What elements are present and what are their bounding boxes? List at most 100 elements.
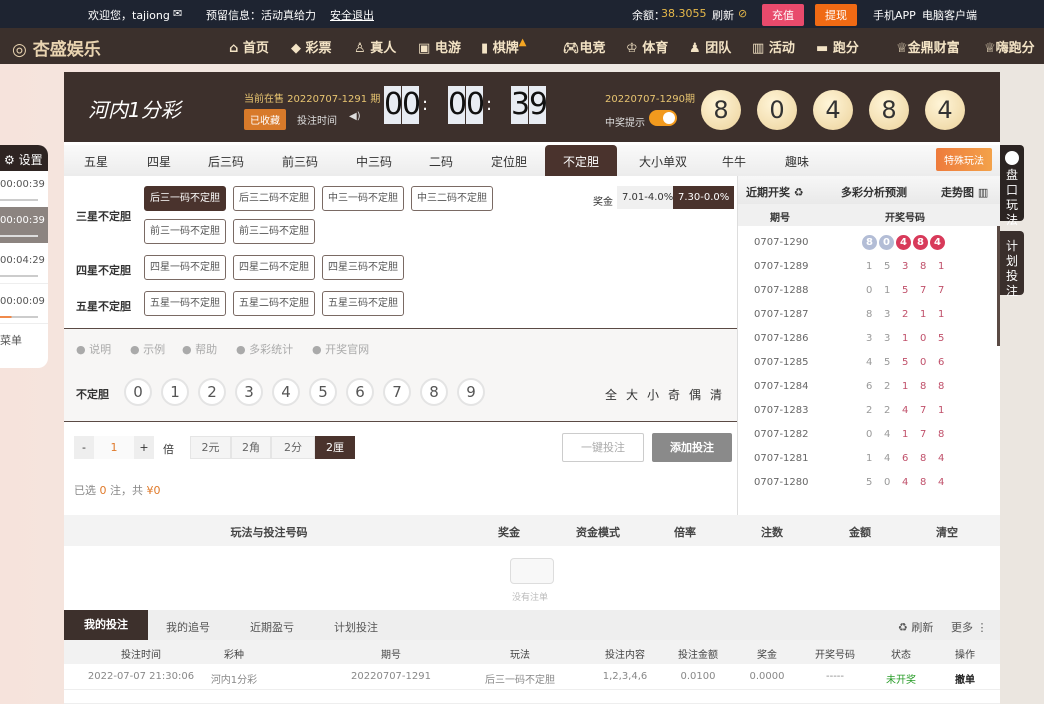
special-play-button[interactable]: 特殊玩法 <box>936 148 992 171</box>
more-button[interactable]: 更多 ⋮ <box>951 619 988 635</box>
site-logo[interactable]: ◎ 杏盛娱乐 <box>12 35 101 60</box>
option-button[interactable]: 后三二码不定胆 <box>233 186 315 211</box>
recent-draws-tab[interactable]: 近期开奖 ♻ <box>746 184 804 200</box>
sound-icon[interactable]: ◀) <box>349 111 361 122</box>
number-ball[interactable]: 1 <box>161 378 189 406</box>
app-link[interactable]: 手机APP <box>873 7 916 23</box>
multiple-input[interactable]: 1 <box>94 436 134 459</box>
timer-item[interactable]: 00:00:09 <box>0 283 48 323</box>
quick-select-button[interactable]: 小 <box>647 386 659 403</box>
scrollbar[interactable] <box>997 226 1000 346</box>
tab-my-bets[interactable]: 我的投注 <box>64 610 148 640</box>
add-bet-button[interactable]: 添加投注 <box>652 433 732 462</box>
trend-chart-tab[interactable]: 走势图 ▥ <box>941 184 988 200</box>
number-ball[interactable]: 4 <box>272 378 300 406</box>
client-link[interactable]: 电脑客户端 <box>922 7 977 23</box>
number-ball[interactable]: 9 <box>457 378 485 406</box>
nav-lottery[interactable]: ◆ 彩票 <box>291 37 332 56</box>
nav-chess[interactable]: ▮ 棋牌▲ <box>481 37 526 56</box>
unit-jiao[interactable]: 2角 <box>231 436 271 459</box>
tab-two-code[interactable]: 二码 <box>429 153 453 170</box>
unit-yuan[interactable]: 2元 <box>190 436 231 459</box>
help-explain[interactable]: ● 说明 <box>76 341 111 357</box>
timer-item[interactable]: 00:00:39 <box>0 171 48 207</box>
tab-my-chase[interactable]: 我的追号 <box>166 619 210 635</box>
favorite-button[interactable]: 已收藏 <box>244 109 286 130</box>
nav-esports[interactable]: 🎮︎电竞 <box>563 37 606 56</box>
timer-item-active[interactable]: 00:00:39 <box>0 207 48 243</box>
number-ball[interactable]: 8 <box>420 378 448 406</box>
tab-five-star[interactable]: 五星 <box>84 153 108 170</box>
one-click-bet-button[interactable]: 一键投注 <box>562 433 644 462</box>
nav-hi-paofen[interactable]: ♕嗨跑分 <box>984 37 1035 56</box>
prize-option[interactable]: 7.01-4.0% <box>617 186 679 209</box>
nav-promo[interactable]: ▥ 活动 <box>752 37 795 56</box>
nav-wealth[interactable]: ♕金鼎财富 <box>896 37 960 56</box>
tab-plan-bets[interactable]: 计划投注 <box>334 619 378 635</box>
quick-select-button[interactable]: 大 <box>626 386 638 403</box>
refresh-button[interactable]: ♻ 刷新 <box>898 619 933 635</box>
help-official[interactable]: ● 开奖官网 <box>312 341 369 357</box>
tab-profit-loss[interactable]: 近期盈亏 <box>250 619 294 635</box>
option-button[interactable]: 前三二码不定胆 <box>233 219 315 244</box>
plan-bet-tab[interactable]: 计划投注 <box>1000 231 1024 298</box>
unit-li[interactable]: 2厘 <box>315 436 355 459</box>
tab-first-three[interactable]: 前三码 <box>282 153 318 170</box>
nav-sports[interactable]: ♔ 体育 <box>626 37 668 56</box>
tab-last-three[interactable]: 后三码 <box>208 153 244 170</box>
handicap-play-tab[interactable]: 盘口玩法 <box>1000 145 1024 227</box>
option-button[interactable]: 五星三码不定胆 <box>322 291 404 316</box>
option-button[interactable]: 五星二码不定胆 <box>233 291 315 316</box>
nav-home[interactable]: ⌂ 首页 <box>229 37 269 56</box>
clear-cart-button[interactable]: 清空 <box>936 524 958 540</box>
multiple-plus[interactable]: + <box>134 436 154 459</box>
option-button[interactable]: 四星三码不定胆 <box>322 255 404 280</box>
tab-big-small[interactable]: 大小单双 <box>639 153 687 170</box>
help-stats[interactable]: ● 多彩统计 <box>236 341 293 357</box>
number-ball[interactable]: 6 <box>346 378 374 406</box>
number-ball[interactable]: 3 <box>235 378 263 406</box>
option-button[interactable]: 后三一码不定胆 <box>144 186 226 211</box>
cancel-bet-button[interactable]: 撤单 <box>955 671 975 686</box>
refresh-balance[interactable]: 刷新 <box>712 7 734 23</box>
menu-button[interactable]: 菜单 <box>0 323 48 353</box>
tab-fun[interactable]: 趣味 <box>785 153 809 170</box>
bet-time-link[interactable]: 投注时间 <box>297 112 337 127</box>
nav-slots[interactable]: ▣ 电游 <box>418 37 461 56</box>
help-help[interactable]: ● 帮助 <box>182 341 217 357</box>
tab-unfixed[interactable]: 不定胆 <box>545 145 618 176</box>
unit-fen[interactable]: 2分 <box>271 436 315 459</box>
prize-option-selected[interactable]: 7.30-0.0% <box>673 186 735 209</box>
mail-icon[interactable]: ✉ <box>173 7 182 20</box>
timer-item[interactable]: 00:04:29 <box>0 243 48 283</box>
option-button[interactable]: 四星一码不定胆 <box>144 255 226 280</box>
option-button[interactable]: 前三一码不定胆 <box>144 219 226 244</box>
option-button[interactable]: 五星一码不定胆 <box>144 291 226 316</box>
option-button[interactable]: 四星二码不定胆 <box>233 255 315 280</box>
tab-mid-three[interactable]: 中三码 <box>356 153 392 170</box>
quick-select-button[interactable]: 全 <box>605 386 617 403</box>
number-ball[interactable]: 7 <box>383 378 411 406</box>
withdraw-button[interactable]: 提现 <box>815 4 857 26</box>
win-alert-toggle[interactable] <box>649 110 677 126</box>
number-ball[interactable]: 0 <box>124 378 152 406</box>
analysis-tab[interactable]: 多彩分析预测 <box>841 184 907 200</box>
quick-select-button[interactable]: 清 <box>710 386 722 403</box>
help-example[interactable]: ● 示例 <box>130 341 165 357</box>
settings-button[interactable]: ⚙ 设置 <box>0 145 48 171</box>
tab-niuniu[interactable]: 牛牛 <box>722 153 746 170</box>
nav-paofen[interactable]: ▬ 跑分 <box>816 37 859 56</box>
nav-team[interactable]: ♟ 团队 <box>689 37 731 56</box>
quick-select-button[interactable]: 偶 <box>689 386 701 403</box>
quick-select-button[interactable]: 奇 <box>668 386 680 403</box>
number-ball[interactable]: 2 <box>198 378 226 406</box>
tab-position[interactable]: 定位胆 <box>491 153 527 170</box>
tab-four-star[interactable]: 四星 <box>147 153 171 170</box>
hide-eye-icon[interactable]: ⊘ <box>738 7 747 20</box>
nav-live[interactable]: ♙ 真人 <box>354 37 396 56</box>
logout-link[interactable]: 安全退出 <box>330 7 374 23</box>
multiple-minus[interactable]: - <box>74 436 94 459</box>
number-ball[interactable]: 5 <box>309 378 337 406</box>
recharge-button[interactable]: 充值 <box>762 4 804 26</box>
option-button[interactable]: 中三一码不定胆 <box>322 186 404 211</box>
